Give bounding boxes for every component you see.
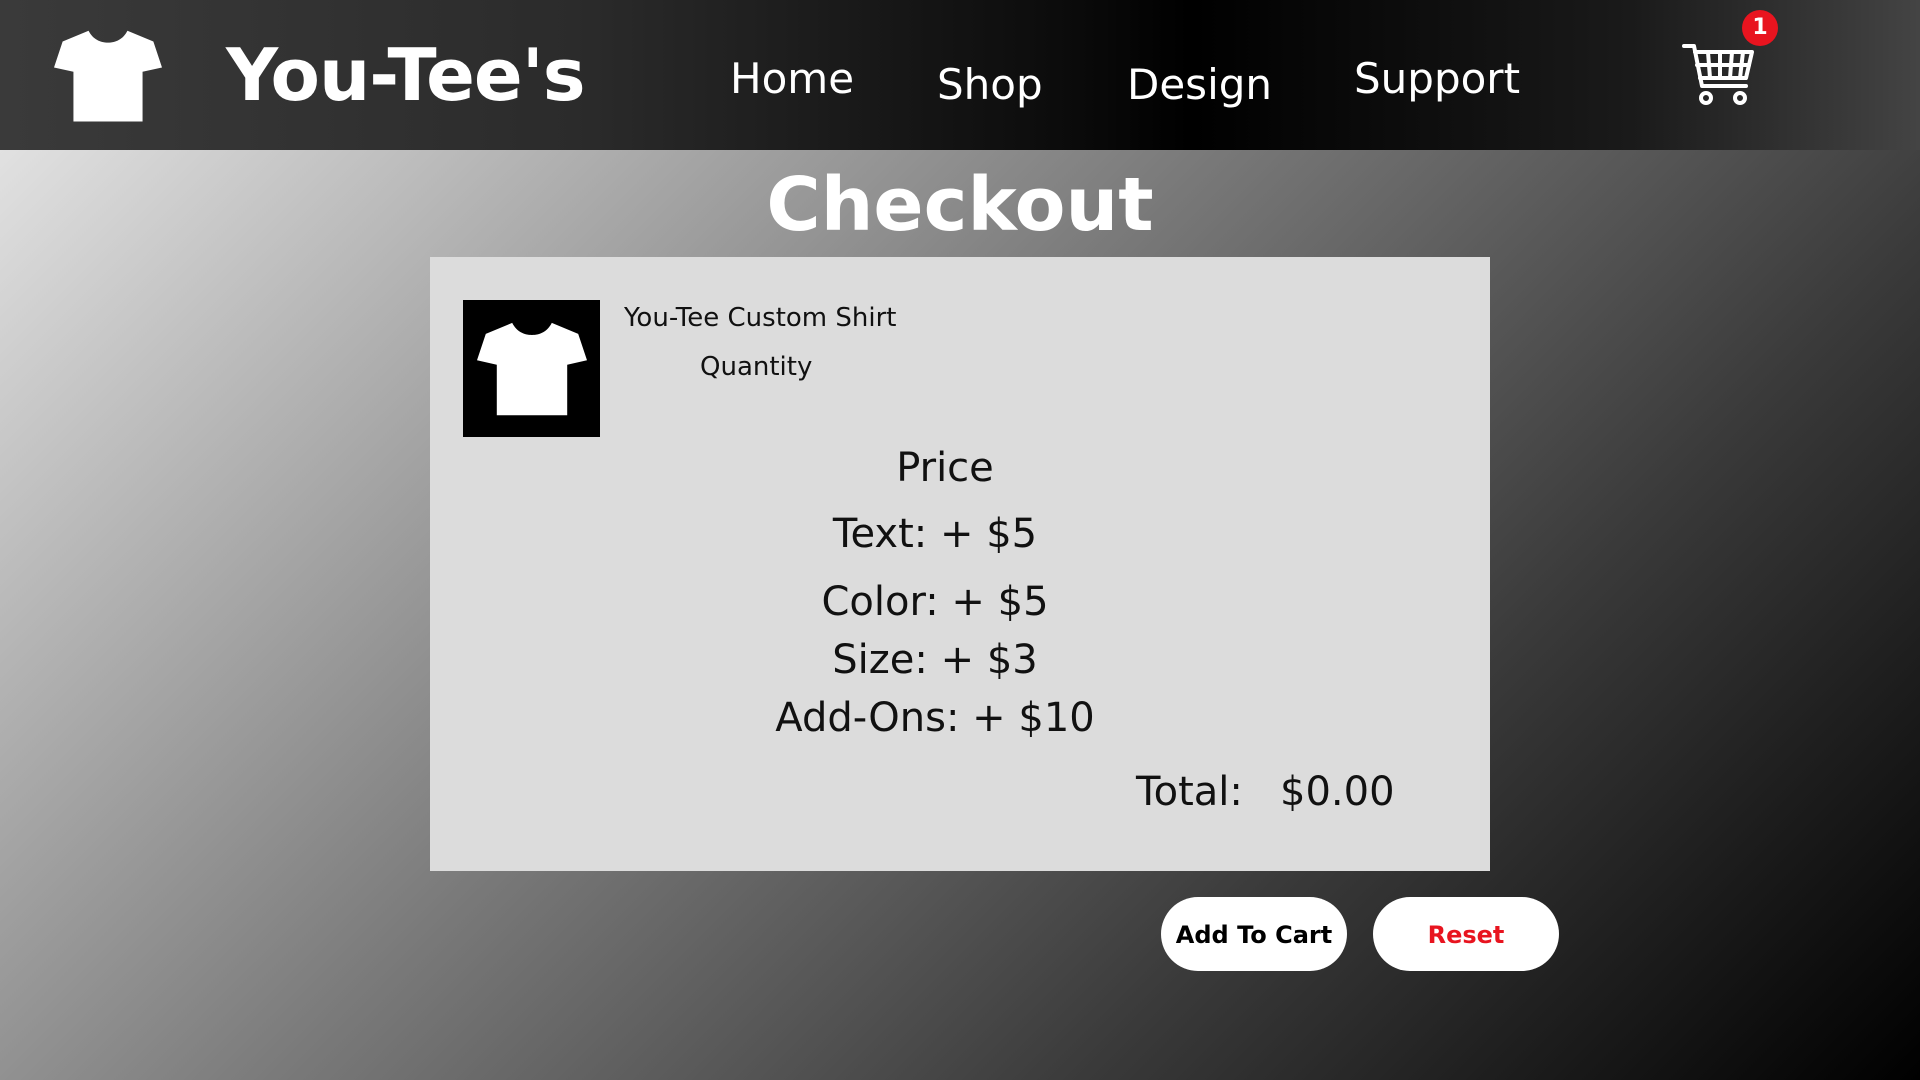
nav-support[interactable]: Support: [1354, 54, 1520, 104]
total-value: $0.00: [1280, 769, 1395, 815]
price-heading: Price: [896, 445, 994, 491]
product-thumbnail: [463, 300, 600, 437]
checkout-card: You-Tee Custom Shirt Quantity Price Text…: [430, 257, 1490, 871]
price-text-line: Text: + $5: [832, 511, 1038, 557]
nav-home[interactable]: Home: [730, 54, 854, 104]
nav-shop[interactable]: Shop: [937, 60, 1043, 110]
shopping-cart-icon[interactable]: [1682, 40, 1756, 112]
page-title: Checkout: [766, 162, 1154, 248]
brand-name[interactable]: You-Tee's: [226, 30, 586, 120]
cart-count-badge: 1: [1742, 10, 1778, 46]
nav-design[interactable]: Design: [1127, 60, 1272, 110]
tshirt-icon: [477, 322, 587, 416]
price-size-line: Size: + $3: [832, 637, 1038, 683]
product-name: You-Tee Custom Shirt: [624, 303, 897, 333]
reset-button[interactable]: Reset: [1373, 897, 1559, 971]
tshirt-icon[interactable]: [54, 26, 162, 124]
quantity-label: Quantity: [700, 352, 813, 382]
price-addons-line: Add-Ons: + $10: [775, 695, 1095, 741]
price-color-line: Color: + $5: [821, 579, 1049, 625]
total-label: Total:: [1136, 769, 1243, 815]
site-header: You-Tee's Home Shop Design Support 1: [0, 0, 1920, 150]
add-to-cart-button[interactable]: Add To Cart: [1161, 897, 1347, 971]
